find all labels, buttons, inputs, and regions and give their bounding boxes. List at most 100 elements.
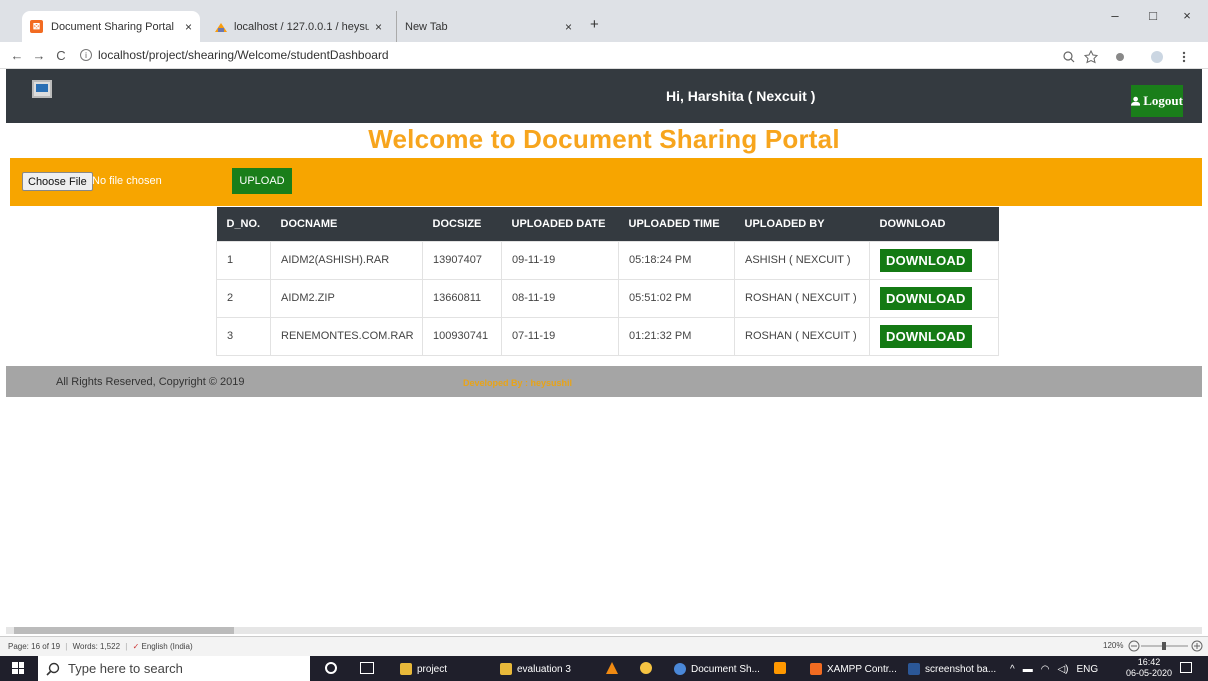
extension-icon[interactable] <box>1116 53 1124 61</box>
maximize-button[interactable]: □ <box>1138 8 1168 28</box>
file-status-text: No file chosen <box>92 175 162 187</box>
word-icon <box>908 663 920 675</box>
vlc-icon[interactable] <box>606 662 618 674</box>
developer-credit: Developed By : heysushil <box>463 378 573 388</box>
address-bar: ← → C i localhost/project/shearing/Welco… <box>0 42 1208 69</box>
scrollbar-thumb[interactable] <box>14 627 234 634</box>
battery-icon[interactable]: ▬ <box>1023 664 1033 675</box>
info-icon[interactable]: i <box>80 49 92 61</box>
folder-icon <box>500 663 512 675</box>
taskbar-item-label: XAMPP Contr... <box>827 663 897 675</box>
copyright-text: All Rights Reserved, Copyright © 2019 <box>56 376 245 388</box>
cell-uploaded-by: ASHISH ( NEXCUIT ) <box>734 240 870 280</box>
cell-doc-size: 13907407 <box>422 240 502 280</box>
language-indicator[interactable]: ENG <box>1076 664 1098 675</box>
tab-title: New Tab <box>405 20 448 33</box>
star-icon[interactable] <box>1083 50 1099 64</box>
download-button[interactable]: DOWNLOAD <box>880 286 972 310</box>
cell-download: DOWNLOAD <box>869 278 999 318</box>
wifi-icon[interactable]: ◠ <box>1041 664 1050 675</box>
cell-doc-name: AIDM2.ZIP <box>270 278 423 318</box>
table-row: 3 RENEMONTES.COM.RAR 100930741 07-11-19 … <box>216 316 999 356</box>
taskbar-item-word[interactable]: screenshot ba... <box>908 659 996 679</box>
cortana-icon[interactable] <box>325 662 337 674</box>
task-view-icon[interactable] <box>360 662 374 674</box>
cell-doc-no: 2 <box>216 278 271 318</box>
computer-logo-icon[interactable] <box>32 80 52 98</box>
column-header: UPLOADED TIME <box>618 207 735 241</box>
minimize-button[interactable]: – <box>1100 8 1130 28</box>
tray-chevron-icon[interactable]: ^ <box>1010 664 1015 675</box>
tab-close-icon[interactable]: × <box>565 20 572 34</box>
chrome-icon <box>674 663 686 675</box>
cell-uploaded-date: 08-11-19 <box>501 278 619 318</box>
phpmyadmin-favicon-icon <box>215 22 227 32</box>
reload-icon[interactable]: C <box>50 48 72 63</box>
column-header: D_NO. <box>216 207 271 241</box>
url-text: localhost/project/shearing/Welcome/stude… <box>98 48 389 62</box>
folder-icon <box>400 663 412 675</box>
new-tab-button[interactable]: + <box>590 16 599 33</box>
user-greeting: Hi, Harshita ( Nexcuit ) <box>666 88 816 104</box>
cell-doc-name: RENEMONTES.COM.RAR <box>270 316 423 356</box>
download-button[interactable]: DOWNLOAD <box>880 248 972 272</box>
cell-download: DOWNLOAD <box>869 316 999 356</box>
xampp-favicon-icon: ⊠ <box>30 20 43 33</box>
system-tray: ^ ▬ ◠ ◁) ENG <box>1010 659 1098 679</box>
word-count: Words: 1,522 <box>72 642 121 651</box>
taskbar-item-evaluation[interactable]: evaluation 3 <box>500 659 571 679</box>
cell-doc-no: 3 <box>216 316 271 356</box>
table-row: 2 AIDM2.ZIP 13660811 08-11-19 05:51:02 P… <box>216 278 999 318</box>
back-icon[interactable]: ← <box>6 48 28 63</box>
menu-icon[interactable] <box>1182 51 1186 63</box>
notifications-icon[interactable] <box>1180 662 1192 673</box>
taskbar-item-label: evaluation 3 <box>517 663 571 675</box>
taskbar-item-label: Document Sh... <box>691 663 760 675</box>
cell-uploaded-date: 09-11-19 <box>501 240 619 280</box>
column-header: UPLOADED BY <box>734 207 870 241</box>
cell-uploaded-by: ROSHAN ( NEXCUIT ) <box>734 278 870 318</box>
search-icon <box>46 662 60 676</box>
column-header: DOCSIZE <box>422 207 502 241</box>
clock-date: 06-05-2020 <box>1126 668 1173 678</box>
url-field[interactable]: i localhost/project/shearing/Welcome/stu… <box>80 48 389 62</box>
taskbar-clock[interactable]: 16:42 06-05-2020 <box>1126 657 1172 679</box>
top-navbar <box>6 69 1202 123</box>
tab-phpmyadmin[interactable]: localhost / 127.0.0.1 / heysushil_ × <box>206 11 390 42</box>
word-status-info: Page: 16 of 19 | Words: 1,522 | ✓ Englis… <box>8 642 193 651</box>
zoom-icon[interactable] <box>1063 51 1075 63</box>
clock-time: 16:42 <box>1137 657 1161 667</box>
volume-icon[interactable]: ◁) <box>1057 664 1068 675</box>
taskbar-item-project[interactable]: project <box>400 659 447 679</box>
sublime-icon[interactable] <box>774 662 786 674</box>
tab-close-icon[interactable]: × <box>185 20 192 34</box>
search-placeholder: Type here to search <box>68 661 183 676</box>
upload-bar <box>10 158 1202 206</box>
taskbar-item-label: screenshot ba... <box>925 663 997 675</box>
logout-button[interactable]: Logout <box>1131 85 1183 117</box>
page-count: Page: 16 of 19 <box>8 642 61 651</box>
cell-doc-size: 100930741 <box>422 316 502 356</box>
taskbar-item-xampp[interactable]: XAMPP Contr... <box>810 659 897 679</box>
documents-table: D_NO. DOCNAME DOCSIZE UPLOADED DATE UPLO… <box>216 207 999 356</box>
tab-close-icon[interactable]: × <box>375 20 382 34</box>
profile-icon[interactable] <box>1151 51 1163 63</box>
taskbar-item-chrome[interactable]: Document Sh... <box>674 659 760 679</box>
proofing-icon[interactable]: ✓ <box>133 642 140 651</box>
zoom-slider[interactable] <box>1128 640 1204 652</box>
zoom-level[interactable]: 120% <box>1103 641 1123 650</box>
choose-file-button[interactable]: Choose File <box>22 172 93 191</box>
taskbar-item-label: project <box>417 663 448 675</box>
windows-start-icon[interactable] <box>12 662 24 674</box>
taskbar-search-box[interactable]: Type here to search <box>38 656 310 681</box>
close-window-button[interactable]: × <box>1172 8 1202 28</box>
app-icon[interactable] <box>640 662 652 674</box>
browser-toolbar-icons <box>1063 50 1186 64</box>
upload-button[interactable]: UPLOAD <box>232 168 292 194</box>
tab-new-tab[interactable]: New Tab × <box>396 11 580 42</box>
tab-document-sharing-portal[interactable]: ⊠ Document Sharing Portal × <box>22 11 200 42</box>
column-header: DOWNLOAD <box>869 207 999 241</box>
forward-icon[interactable]: → <box>28 48 50 63</box>
download-button[interactable]: DOWNLOAD <box>880 324 972 348</box>
xampp-icon <box>810 663 822 675</box>
